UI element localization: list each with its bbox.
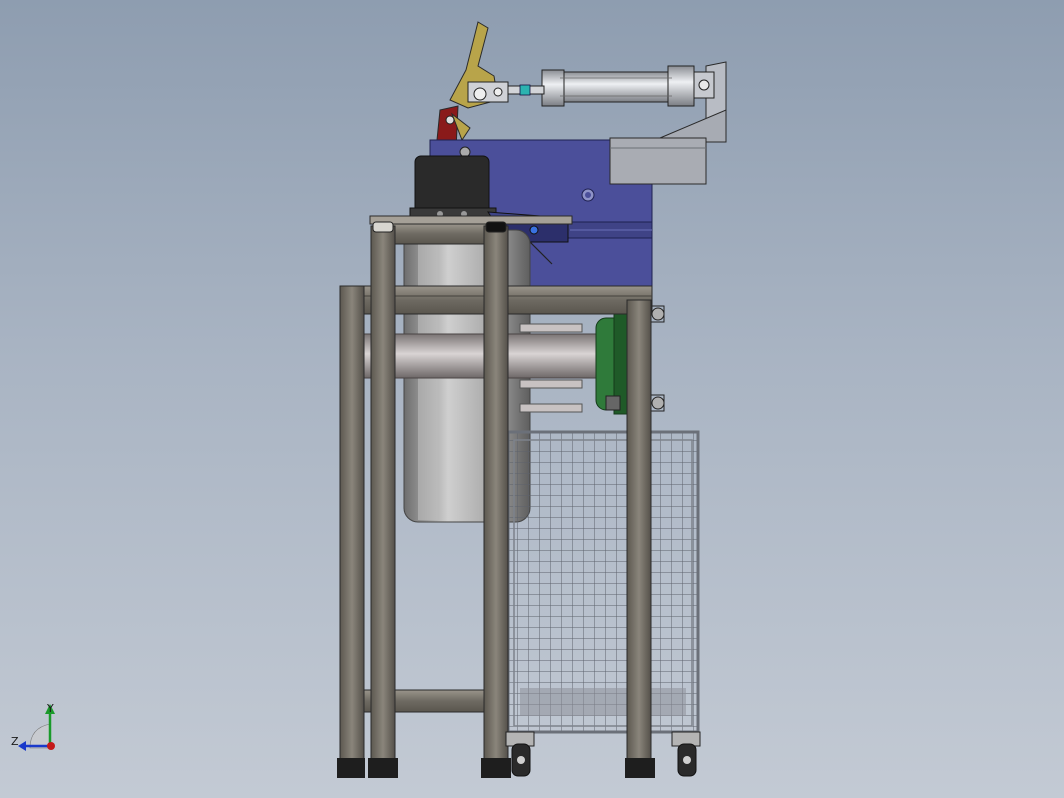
coordinate-triad: Y Z xyxy=(11,702,55,751)
y-axis-label: Y xyxy=(46,702,54,715)
toggle-lever xyxy=(435,21,509,159)
caster-wheel-right xyxy=(671,731,701,777)
motor-block xyxy=(409,155,497,221)
pneumatic-cylinder xyxy=(507,61,727,143)
machine-assembly-view: Y Z xyxy=(11,21,727,778)
wire-mesh-basket xyxy=(506,430,700,734)
x-axis-origin xyxy=(47,742,55,750)
cad-viewport[interactable]: Y Z xyxy=(0,0,1064,798)
z-axis-label: Z xyxy=(11,735,19,748)
feed-tray xyxy=(609,137,707,185)
